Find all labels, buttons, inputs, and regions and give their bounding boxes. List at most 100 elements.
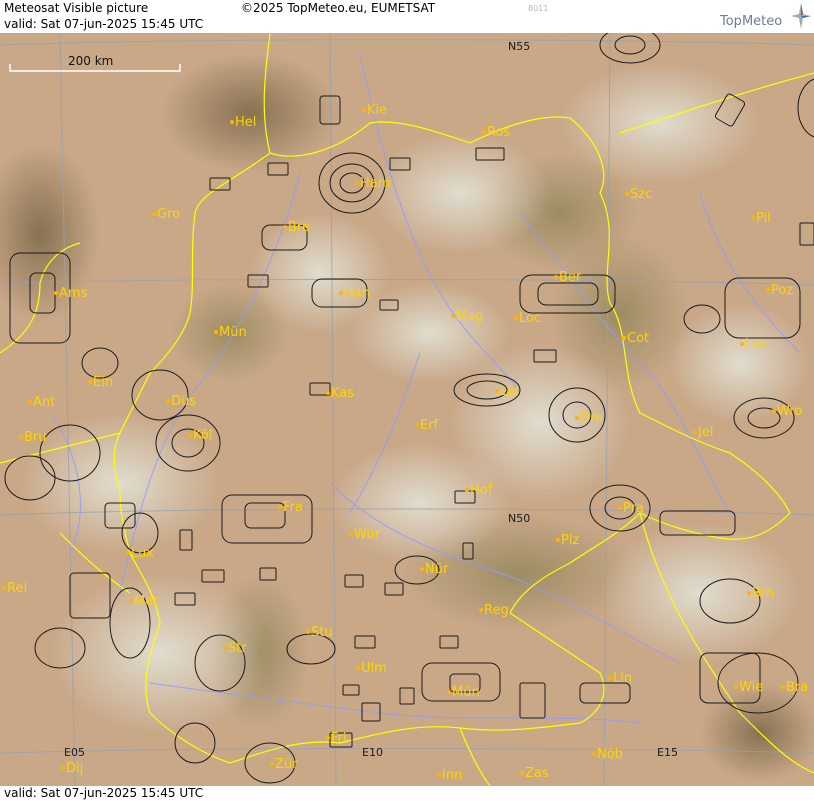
city-dot <box>693 430 697 434</box>
city-dot <box>751 216 755 220</box>
city-label: Plz <box>561 533 579 548</box>
city-label: Köl <box>193 428 212 443</box>
city-dot <box>447 690 451 694</box>
city-label: Brn <box>752 586 774 601</box>
city-label: Ulm <box>361 661 387 676</box>
city-label: Dre <box>580 411 603 426</box>
city-dot <box>223 646 227 650</box>
city-label: Bru <box>24 430 47 445</box>
city-label: Ams <box>59 286 88 301</box>
scale-label: 200 km <box>68 54 113 68</box>
city-label: Wür <box>354 527 381 542</box>
city-label: Mag <box>456 309 483 324</box>
city-dot <box>188 433 192 437</box>
city-dot <box>747 591 751 595</box>
city-label: Les <box>745 337 767 352</box>
city-label: Han <box>344 286 370 301</box>
city-label: Wie <box>739 680 763 695</box>
city-label: Stu <box>311 625 333 640</box>
city-dot <box>278 505 282 509</box>
city-label: Kas <box>331 386 354 401</box>
city-label: Lei <box>500 384 519 399</box>
city-label: Gro <box>157 207 180 222</box>
city-label: Lux <box>131 546 154 561</box>
city-dot <box>556 538 560 542</box>
city-dot <box>437 773 441 777</box>
city-dot <box>766 288 770 292</box>
compass-star-icon <box>791 3 811 29</box>
city-dot <box>622 336 626 340</box>
topmeteo-logo: TopMeteo <box>720 14 783 29</box>
city-label: Hof <box>470 483 493 498</box>
city-dot <box>88 380 92 384</box>
city-dot <box>28 400 32 404</box>
grid-label-e10: E10 <box>362 746 383 759</box>
city-dot <box>415 423 419 427</box>
city-label: Cot <box>627 331 649 346</box>
city-dot <box>339 291 343 295</box>
city-label: Pra <box>623 501 644 516</box>
city-label: Kie <box>367 103 387 118</box>
city-dot <box>451 314 455 318</box>
city-dot <box>152 212 156 216</box>
city-label: Wro <box>777 404 802 419</box>
city-dot <box>126 551 130 555</box>
city-dot <box>230 120 234 124</box>
city-label: Reg <box>484 603 509 618</box>
grid-label-e15: E15 <box>657 746 678 759</box>
city-label: Loc <box>519 311 541 326</box>
city-dot <box>575 416 579 420</box>
city-label: Szc <box>630 187 652 202</box>
city-label: Met <box>134 594 158 609</box>
city-dot <box>772 409 776 413</box>
city-dot <box>495 389 499 393</box>
satellite-viewer: Meteosat Visible picture valid: Sat 07-j… <box>0 0 814 801</box>
city-dot <box>514 316 518 320</box>
city-dot <box>781 685 785 689</box>
city-dot <box>734 685 738 689</box>
city-dot <box>326 391 330 395</box>
city-dot <box>479 608 483 612</box>
city-dot <box>625 192 629 196</box>
city-label: Poz <box>771 283 793 298</box>
city-dot <box>129 599 133 603</box>
city-label: Ber <box>559 270 582 285</box>
city-dot <box>608 676 612 680</box>
city-dot <box>270 762 274 766</box>
grid-label-n55: N55 <box>508 40 530 53</box>
city-dot <box>326 736 330 740</box>
city-dot <box>554 275 558 279</box>
city-dot <box>214 330 218 334</box>
city-dot <box>306 630 310 634</box>
city-label: Ros <box>487 125 510 140</box>
city-dot <box>283 225 287 229</box>
city-label: Rei <box>7 581 27 596</box>
city-label: Erf <box>420 418 439 433</box>
city-label: Str <box>228 641 247 656</box>
city-label: Düs <box>171 394 196 409</box>
city-dot <box>592 752 596 756</box>
city-dot <box>465 488 469 492</box>
city-dot <box>19 435 23 439</box>
city-label: Mün <box>452 685 480 700</box>
city-dot <box>61 766 65 770</box>
city-dot <box>356 666 360 670</box>
grid-label-n50: N50 <box>508 512 530 525</box>
city-label: Mün <box>219 325 247 340</box>
city-label: Bra <box>786 680 808 695</box>
city-label: Fra <box>283 500 303 515</box>
product-title: Meteosat Visible picture <box>4 1 149 15</box>
city-label: Zür <box>275 757 298 772</box>
satellite-map: 200 km N55 N50 E05 E10 E15 Hel Kie Ros H… <box>0 33 814 786</box>
city-label: Zas <box>525 766 549 781</box>
city-dot <box>2 586 6 590</box>
header-bar: Meteosat Visible picture valid: Sat 07-j… <box>0 0 814 33</box>
city-label: Inn <box>442 768 462 783</box>
city-label: Ham <box>360 176 390 191</box>
city-dot <box>520 771 524 775</box>
city-dot <box>355 181 359 185</box>
city-label: Fri <box>331 731 347 746</box>
city-label: Ein <box>93 375 113 390</box>
city-label: Pil <box>756 211 771 226</box>
city-dot <box>482 130 486 134</box>
